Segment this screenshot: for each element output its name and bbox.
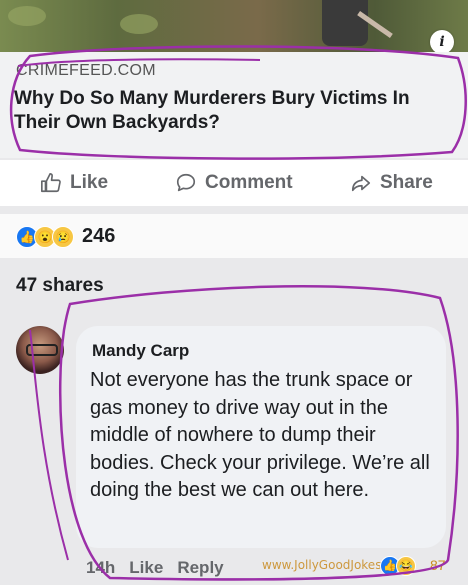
share-button[interactable]: Share	[350, 172, 433, 194]
like-label: Like	[70, 172, 109, 193]
foliage-decoration	[8, 6, 46, 26]
like-button[interactable]: Like	[40, 172, 108, 194]
share-count[interactable]: 47 shares	[16, 275, 104, 297]
sad-reaction-icon: 😢	[52, 226, 74, 248]
post-hero-image[interactable]	[0, 0, 468, 52]
share-label: Share	[380, 172, 433, 193]
comment-reply-button[interactable]: Reply	[177, 558, 223, 578]
comment-author[interactable]: Mandy Carp	[92, 341, 189, 361]
reaction-icons[interactable]: 👍 😮 😢	[16, 226, 74, 248]
comment-time[interactable]: 14h	[86, 558, 115, 578]
comment-reaction-icons[interactable]: 👍 😂	[380, 556, 416, 576]
laugh-reaction-icon: 😂	[396, 556, 416, 576]
share-arrow-icon	[351, 175, 371, 192]
foliage-decoration	[120, 14, 158, 34]
comment-label: Comment	[205, 172, 293, 193]
comment-text: Not everyone has the trunk space or gas …	[90, 369, 430, 501]
comment-reaction-count[interactable]: 87	[430, 557, 446, 573]
reaction-count[interactable]: 246	[82, 225, 115, 248]
person-figure	[322, 0, 368, 46]
link-headline[interactable]: Why Do So Many Murderers Bury Victims In…	[14, 87, 454, 135]
comment-meta: 14h Like Reply	[86, 558, 224, 578]
info-icon[interactable]: i	[430, 30, 454, 54]
glasses-decoration	[26, 344, 58, 356]
link-domain: CRIMEFEED.COM	[16, 62, 156, 79]
comment-bubble-icon	[176, 173, 196, 192]
commenter-avatar[interactable]	[16, 326, 64, 374]
comment-like-button[interactable]: Like	[129, 558, 163, 578]
comment-button[interactable]: Comment	[175, 172, 293, 194]
thumbs-up-icon	[41, 173, 61, 193]
